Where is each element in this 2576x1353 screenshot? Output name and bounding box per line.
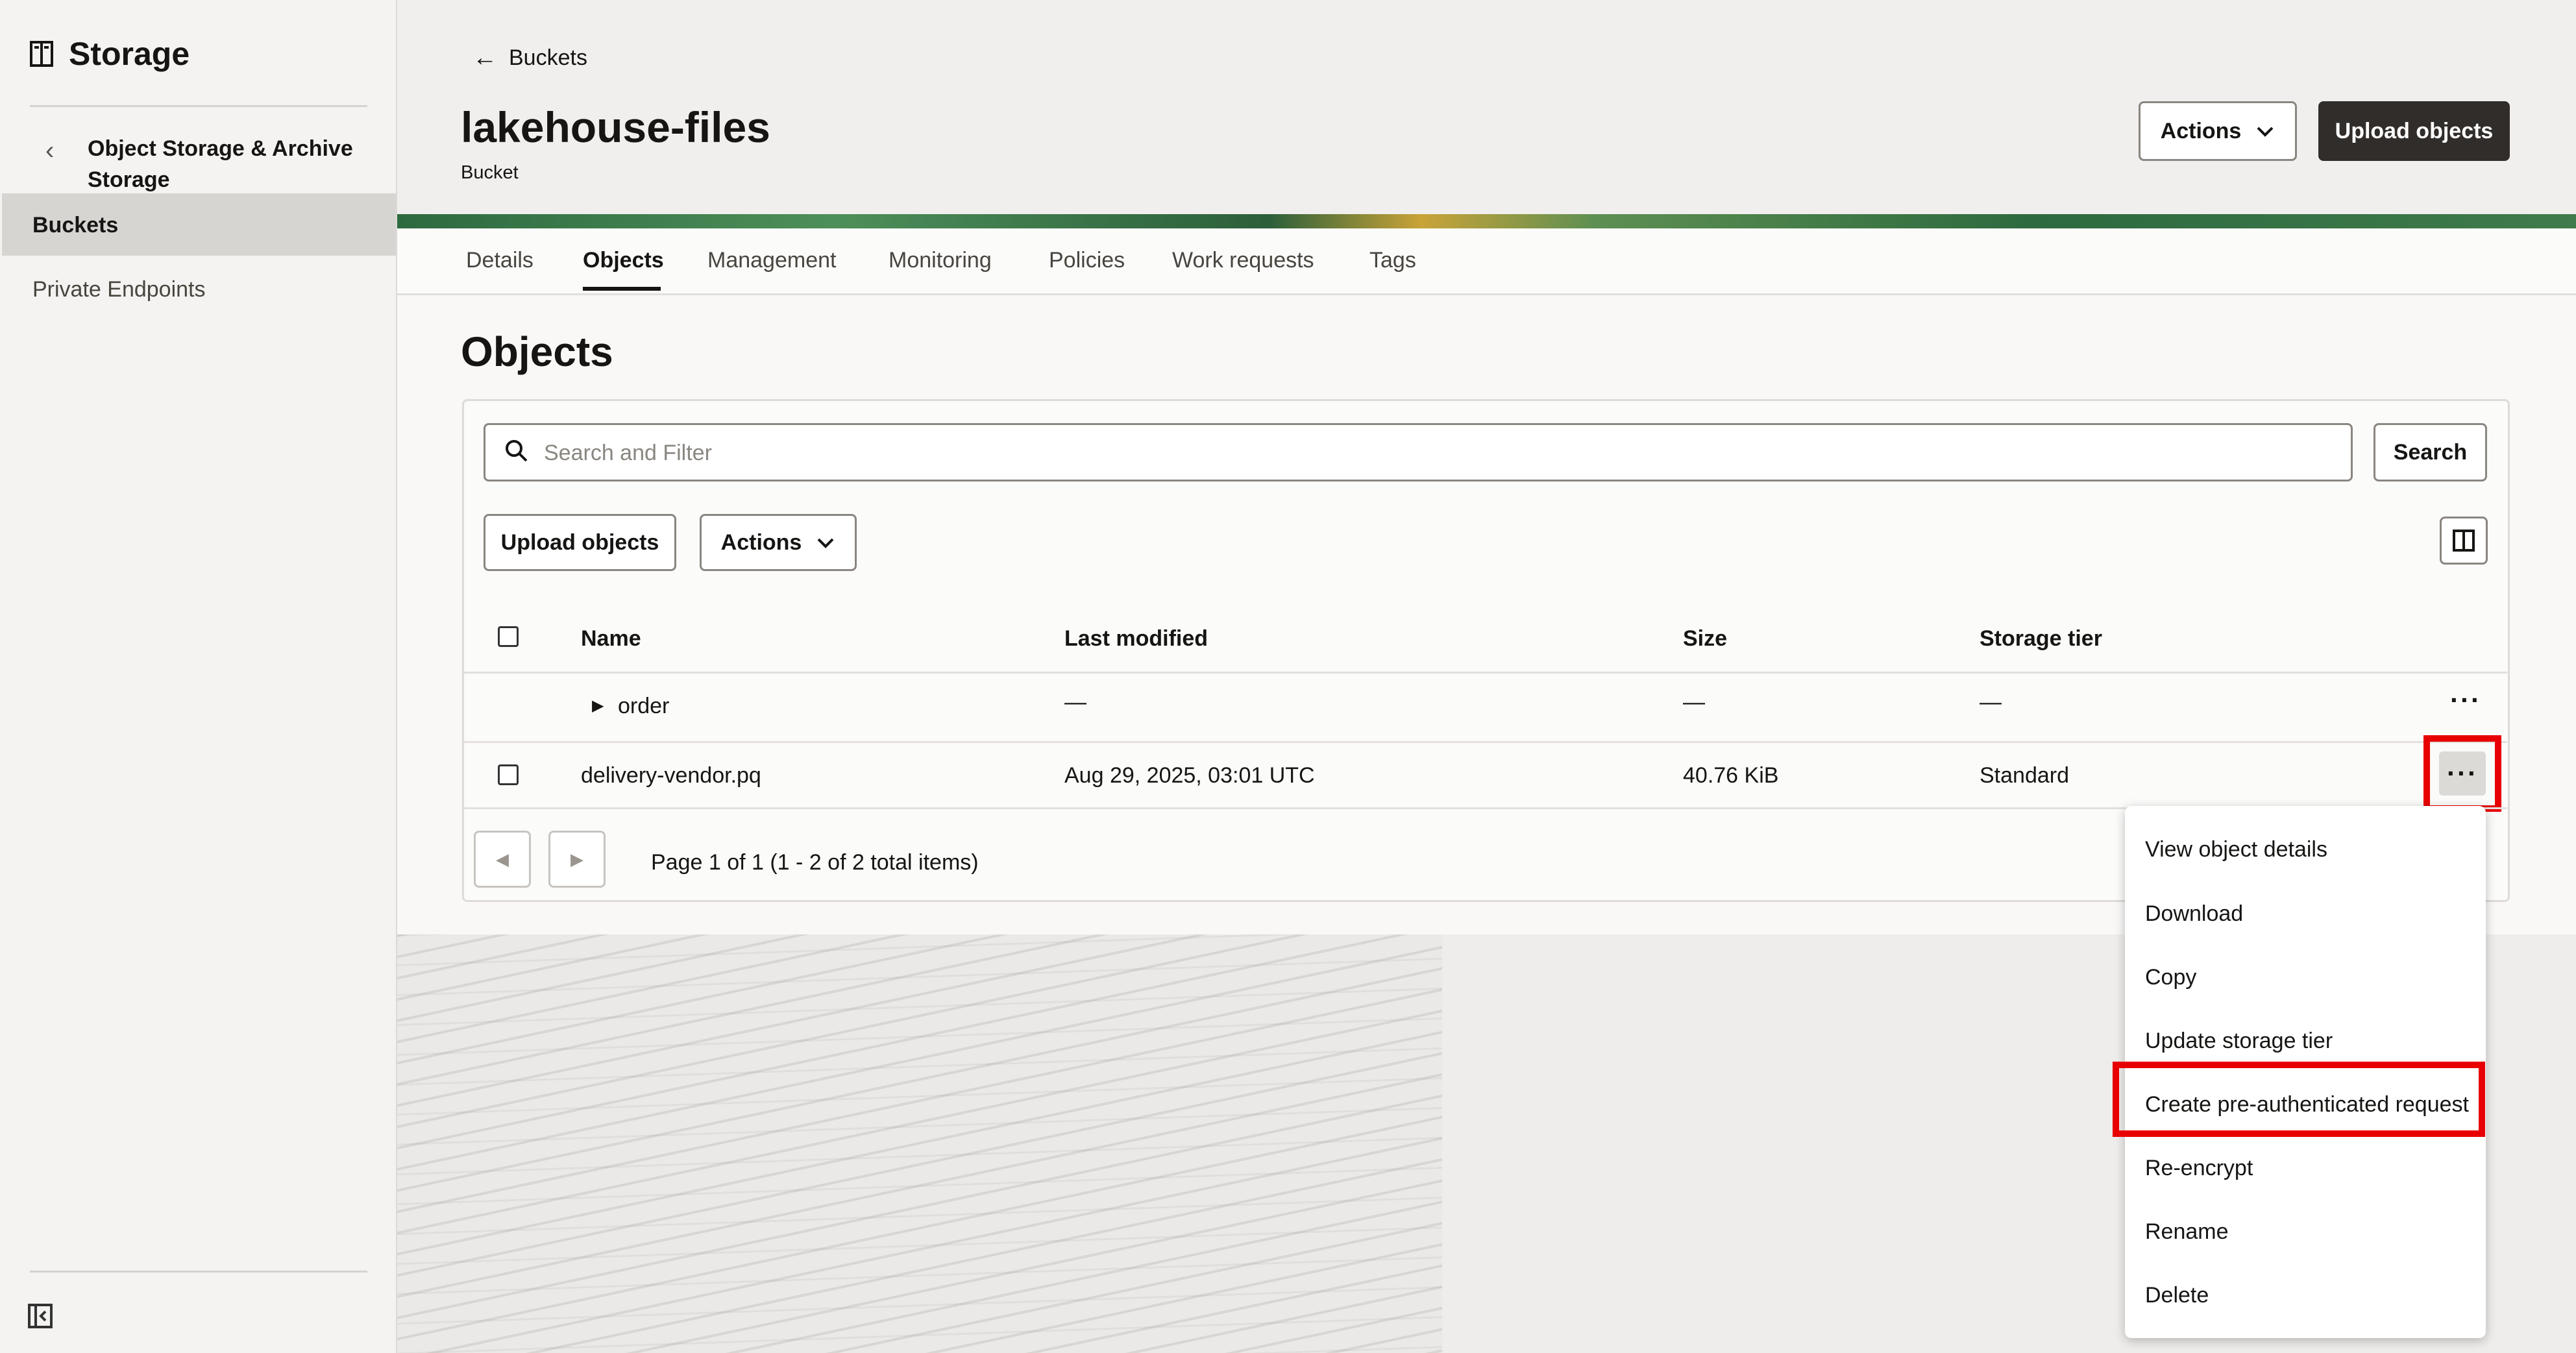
menu-item-download[interactable]: Download — [2145, 901, 2243, 927]
next-page-button[interactable]: ▶ — [548, 831, 606, 888]
search-input[interactable]: Search and Filter — [484, 423, 2353, 481]
column-header-name[interactable]: Name — [581, 626, 641, 652]
storage-icon — [30, 41, 53, 67]
breadcrumb-buckets[interactable]: Buckets — [509, 45, 587, 71]
row-checkbox[interactable] — [498, 764, 519, 785]
tab-details[interactable]: Details — [466, 248, 534, 273]
table-cell-tier: Standard — [1980, 763, 2069, 788]
sidebar: Storage ‹ Object Storage & Archive Stora… — [0, 0, 398, 1353]
previous-page-button[interactable]: ◀ — [474, 831, 531, 888]
table-cell-tier: — — [1980, 690, 2002, 714]
columns-icon — [2453, 530, 2475, 552]
menu-item-copy[interactable]: Copy — [2145, 965, 2196, 990]
menu-item-delete[interactable]: Delete — [2145, 1283, 2209, 1308]
table-actions-button[interactable]: Actions — [700, 514, 857, 571]
search-icon — [504, 438, 530, 467]
triangle-right-icon: ▶ — [570, 849, 583, 869]
divider — [30, 1271, 367, 1273]
table-cell-size: 40.76 KiB — [1683, 763, 1779, 788]
menu-item-view-object-details[interactable]: View object details — [2145, 837, 2327, 862]
column-settings-button[interactable] — [2440, 517, 2488, 565]
tab-work-requests[interactable]: Work requests — [1172, 248, 1314, 273]
row-actions-button[interactable]: ··· — [2450, 685, 2481, 716]
table-row-name[interactable]: delivery-vendor.pq — [581, 763, 761, 788]
chevron-down-icon — [816, 530, 835, 555]
column-header-last-modified[interactable]: Last modified — [1064, 626, 1208, 652]
column-header-size[interactable]: Size — [1683, 626, 1727, 652]
upload-objects-table-button[interactable]: Upload objects — [484, 514, 676, 571]
section-heading: Objects — [461, 328, 613, 375]
page-title: lakehouse-files — [461, 103, 770, 151]
menu-item-create-pre-authenticated-request[interactable]: Create pre-authenticated request — [2145, 1092, 2469, 1117]
actions-label: Actions — [720, 530, 802, 555]
divider — [30, 105, 367, 107]
upload-objects-button[interactable]: Upload objects — [2318, 101, 2510, 161]
sidebar-header: Storage — [30, 35, 190, 73]
chevron-left-icon[interactable]: ‹ — [45, 136, 54, 165]
tab-policies[interactable]: Policies — [1049, 248, 1125, 273]
sidebar-item-buckets[interactable]: Buckets — [32, 213, 118, 238]
divider — [464, 672, 2507, 674]
tab-monitoring[interactable]: Monitoring — [889, 248, 992, 273]
more-icon: ··· — [2447, 758, 2478, 788]
menu-item-re-encrypt[interactable]: Re-encrypt — [2145, 1156, 2253, 1181]
sidebar-section-title[interactable]: Object Storage & Archive Storage — [88, 133, 373, 195]
chevron-down-icon — [2255, 119, 2275, 144]
banner-decoration — [397, 214, 2576, 228]
tab-management[interactable]: Management — [707, 248, 836, 273]
sidebar-item-private-endpoints[interactable]: Private Endpoints — [32, 277, 206, 302]
table-cell-modified: Aug 29, 2025, 03:01 UTC — [1064, 763, 1315, 788]
page-subtitle: Bucket — [461, 162, 519, 183]
search-placeholder: Search and Filter — [544, 441, 712, 465]
search-button[interactable]: Search — [2374, 423, 2487, 481]
tab-tags[interactable]: Tags — [1369, 248, 1416, 273]
table-row-name[interactable]: order — [618, 694, 669, 719]
triangle-left-icon: ◀ — [496, 849, 509, 869]
tab-selected-indicator — [583, 287, 661, 291]
menu-item-update-storage-tier[interactable]: Update storage tier — [2145, 1029, 2333, 1054]
actions-label: Actions — [2160, 118, 2242, 143]
header-actions-button[interactable]: Actions — [2139, 101, 2297, 161]
table-cell-size: — — [1683, 690, 1705, 714]
menu-item-rename[interactable]: Rename — [2145, 1219, 2229, 1245]
breadcrumb[interactable]: ← Buckets — [472, 44, 587, 72]
column-header-storage-tier[interactable]: Storage tier — [1980, 626, 2102, 652]
arrow-left-icon: ← — [472, 44, 497, 71]
sidebar-title: Storage — [69, 36, 190, 72]
divider — [464, 741, 2507, 743]
table-cell-modified: — — [1064, 690, 1086, 714]
select-all-checkbox[interactable] — [498, 626, 519, 647]
background-pattern — [397, 934, 1442, 1353]
pagination-status: Page 1 of 1 (1 - 2 of 2 total items) — [651, 850, 979, 875]
collapse-sidebar-icon[interactable] — [27, 1303, 53, 1332]
row-actions-button-active[interactable]: ··· — [2439, 751, 2486, 796]
expand-triangle-icon[interactable]: ▶ — [592, 696, 604, 715]
tab-objects[interactable]: Objects — [583, 248, 664, 273]
